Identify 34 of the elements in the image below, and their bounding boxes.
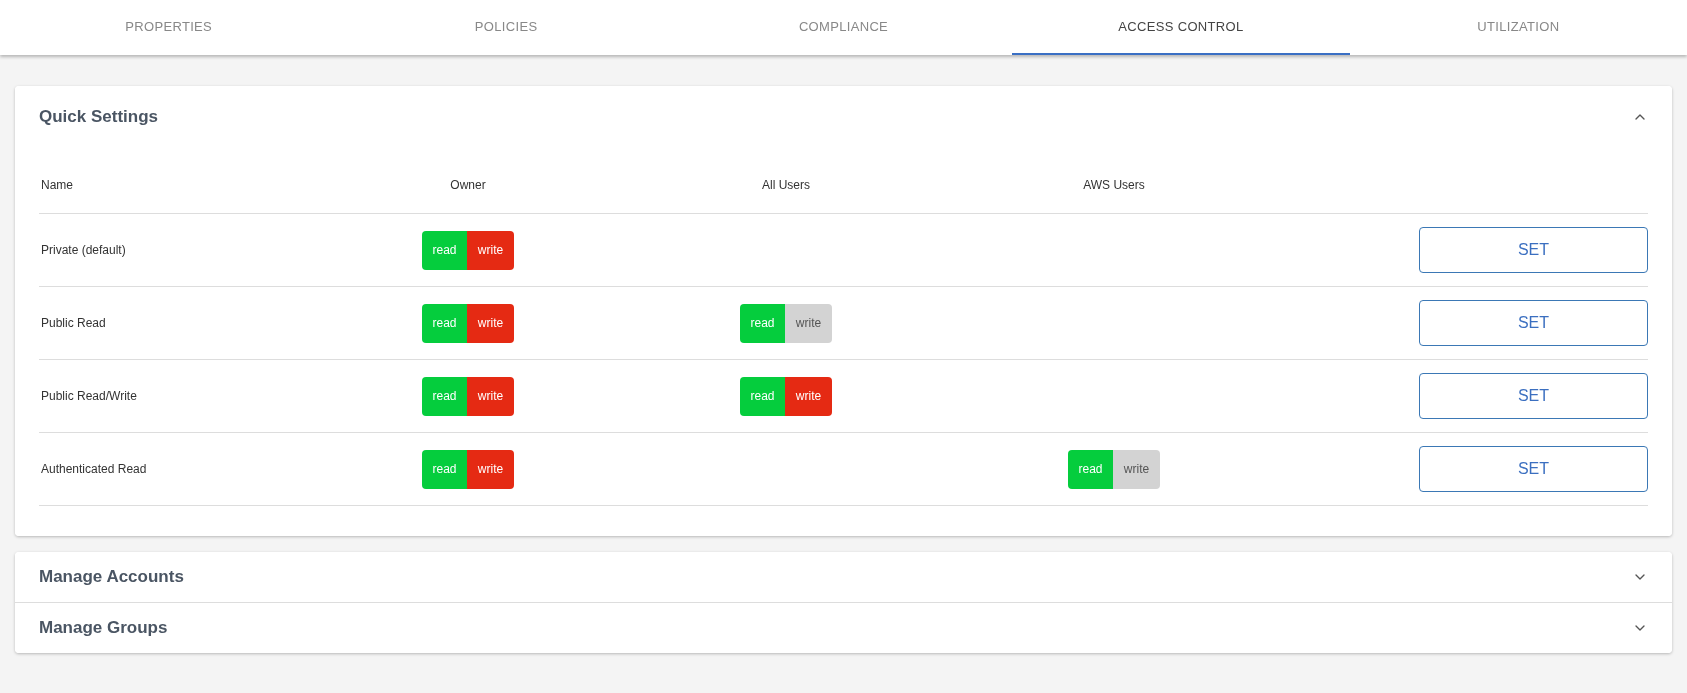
write-permission: write (467, 303, 514, 343)
table-cell-text: Public Read/Write (40, 388, 137, 405)
write-permission: write (785, 376, 832, 416)
accordion-header[interactable]: Manage Accounts (15, 552, 1672, 602)
read-permission: read (422, 376, 467, 416)
read-permission: read (422, 449, 467, 489)
write-permission: write (1113, 449, 1160, 489)
read-permission: read (740, 376, 785, 416)
column-header: AWS Users (1083, 176, 1145, 194)
set-button[interactable]: SET (1419, 446, 1648, 492)
tab[interactable]: POLICIES (337, 0, 675, 55)
set-button[interactable]: SET (1419, 300, 1648, 346)
read-permission: read (740, 303, 785, 343)
accordion-header[interactable]: Quick Settings (15, 86, 1672, 148)
set-button[interactable]: SET (1419, 227, 1648, 273)
table-cell-text: Authenticated Read (40, 461, 147, 478)
read-permission: read (1068, 449, 1113, 489)
read-permission: read (422, 303, 467, 343)
write-permission: write (467, 376, 514, 416)
set-button[interactable]: SET (1419, 373, 1648, 419)
read-permission: read (422, 230, 467, 270)
column-header: Name (40, 176, 73, 194)
tab[interactable]: UTILIZATION (1349, 0, 1687, 55)
write-permission: write (785, 303, 832, 343)
column-header: All Users (762, 176, 810, 194)
table-cell-text: Public Read (40, 315, 106, 332)
tab[interactable]: COMPLIANCE (674, 0, 1013, 55)
accordion-header[interactable]: Manage Groups (15, 603, 1672, 653)
write-permission: write (467, 230, 514, 270)
column-header: Owner (450, 176, 486, 194)
write-permission: write (467, 449, 514, 489)
table-cell-text: Private (default) (40, 242, 126, 259)
tab[interactable]: ACCESS CONTROL (1012, 0, 1350, 55)
tab[interactable]: PROPERTIES (0, 0, 338, 55)
